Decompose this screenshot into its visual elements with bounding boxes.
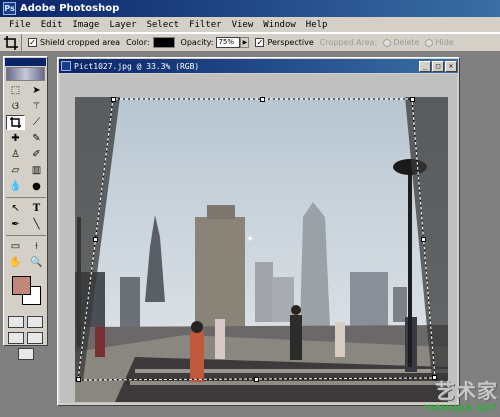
color-swatches [6,274,45,310]
foreground-color-swatch[interactable] [12,276,31,295]
full-screen-mode-icon[interactable] [27,332,44,344]
document-canvas[interactable]: ✦ [60,74,457,403]
opacity-field[interactable]: 75% [216,37,241,48]
tool-grid: ⬚ ➤ ଓ ⚚ ⟋ ✚ ✎ ♙ ✐ ▱ ▥ 💧 ● ↖ T ✒ ╲ ▭ ⟊ ✋ … [4,83,47,270]
menu-layer[interactable]: Layer [104,20,141,30]
cropped-area-option: Cropped Area: [320,38,377,47]
toolbox-divider [6,235,46,238]
watermark-logo-text: 艺术家 [435,379,498,403]
color-label: Color: [126,38,150,47]
crop-center-point-icon[interactable]: ✦ [246,235,254,245]
menu-image[interactable]: Image [67,20,104,30]
magic-wand-tool-icon[interactable]: ⚚ [27,99,46,114]
pen-tool-icon[interactable]: ✒ [6,217,25,232]
crop-handle-middle-right[interactable] [421,237,426,242]
zoom-tool-icon[interactable]: 🔍 [27,255,46,270]
document-icon [61,61,71,71]
color-option: Color: [126,37,175,48]
minimize-button[interactable]: _ [419,60,431,72]
shield-label: Shield cropped area [40,38,121,47]
watermark: 艺术家 YISHUJIA.NET [424,375,498,414]
standard-screen-mode-icon[interactable] [7,332,24,344]
quick-mask-mode-icon[interactable] [27,316,44,328]
perspective-checkbox[interactable]: ✓ [255,38,265,47]
mask-mode-row [4,314,47,330]
delete-option: Delete [383,38,419,47]
perspective-label: Perspective [267,38,314,47]
crop-icon [3,35,18,50]
hide-radio[interactable] [425,38,434,47]
hide-option: Hide [425,38,454,47]
hand-tool-icon[interactable]: ✋ [6,255,25,270]
crop-handle-bottom-left[interactable] [76,377,81,382]
crop-tool-icon[interactable] [6,115,25,130]
opacity-label: Opacity: [180,38,214,47]
toolbox: ⬚ ➤ ଓ ⚚ ⟋ ✚ ✎ ♙ ✐ ▱ ▥ 💧 ● ↖ T ✒ ╲ ▭ ⟊ ✋ … [3,56,48,360]
gradient-tool-icon[interactable]: ▥ [27,163,46,178]
opacity-option: Opacity: 75% ▶ [181,37,250,48]
delete-radio[interactable] [383,38,392,47]
type-tool-icon[interactable]: T [27,201,46,216]
marquee-tool-icon[interactable]: ⬚ [6,83,25,98]
eraser-tool-icon[interactable]: ▱ [6,163,25,178]
document-window: Pict1027.jpg @ 33.3% (RGB) _ □ ✕ ✦ [57,57,460,406]
menu-window[interactable]: Window [258,20,301,30]
menu-help[interactable]: Help [301,20,333,30]
menu-filter[interactable]: Filter [184,20,227,30]
document-titlebar[interactable]: Pict1027.jpg @ 33.3% (RGB) _ □ ✕ [59,59,458,73]
dodge-tool-icon[interactable]: ● [27,179,46,194]
slice-tool-icon[interactable]: ⟋ [27,115,46,130]
menu-select[interactable]: Select [142,20,185,30]
standard-mode-icon[interactable] [7,316,24,328]
watermark-url: YISHUJIA.NET [423,404,498,414]
shield-color-swatch[interactable] [152,37,175,48]
delete-label: Delete [393,38,420,47]
brush-tool-icon[interactable]: ✎ [27,131,46,146]
move-tool-icon[interactable]: ➤ [27,83,46,98]
clone-stamp-tool-icon[interactable]: ♙ [6,147,25,162]
shield-option: ✓ Shield cropped area [28,38,120,47]
crop-handle-middle-left[interactable] [93,237,98,242]
menu-edit[interactable]: Edit [36,20,68,30]
options-bar: ✓ Shield cropped area Color: Opacity: 75… [0,33,500,52]
notes-tool-icon[interactable]: ▭ [6,239,25,254]
cropped-area-label: Cropped Area: [319,38,378,47]
window-controls: _ □ ✕ [419,60,457,72]
menu-view[interactable]: View [227,20,259,30]
screen-mode-row [4,330,47,346]
hide-label: Hide [435,38,454,47]
crop-handle-top-left[interactable] [111,97,116,102]
shield-checkbox[interactable]: ✓ [28,38,37,47]
toolbox-titlebar[interactable] [5,58,46,66]
crop-handle-top-right[interactable] [410,97,415,102]
toolbox-divider [6,197,46,200]
crop-marquee[interactable] [60,74,457,403]
jump-row [4,346,47,362]
close-button[interactable]: ✕ [445,60,457,72]
jump-to-imageready-icon[interactable] [17,348,34,360]
line-tool-icon[interactable]: ╲ [27,217,46,232]
opacity-dropdown-arrow-icon[interactable]: ▶ [240,37,250,48]
history-brush-tool-icon[interactable]: ✐ [27,147,46,162]
lasso-tool-icon[interactable]: ଓ [6,99,25,114]
path-selection-tool-icon[interactable]: ↖ [6,201,25,216]
healing-brush-tool-icon[interactable]: ✚ [6,131,25,146]
menu-file[interactable]: File [4,20,36,30]
adobe-logo-button[interactable] [6,67,45,81]
crop-handle-bottom-middle[interactable] [254,377,259,382]
crop-handle-top-middle[interactable] [260,97,265,102]
eyedropper-tool-icon[interactable]: ⟊ [27,239,46,254]
perspective-option: ✓ Perspective [255,38,314,47]
blur-tool-icon[interactable]: 💧 [6,179,25,194]
app-titlebar: Ps Adobe Photoshop [0,0,500,17]
app-title: Adobe Photoshop [20,3,120,14]
document-title: Pict1027.jpg @ 33.3% (RGB) [74,61,200,71]
menubar: File Edit Image Layer Select Filter View… [0,17,500,33]
maximize-button[interactable]: □ [432,60,444,72]
tool-preset-picker[interactable] [0,34,22,51]
photoshop-app-icon[interactable]: Ps [3,2,16,15]
